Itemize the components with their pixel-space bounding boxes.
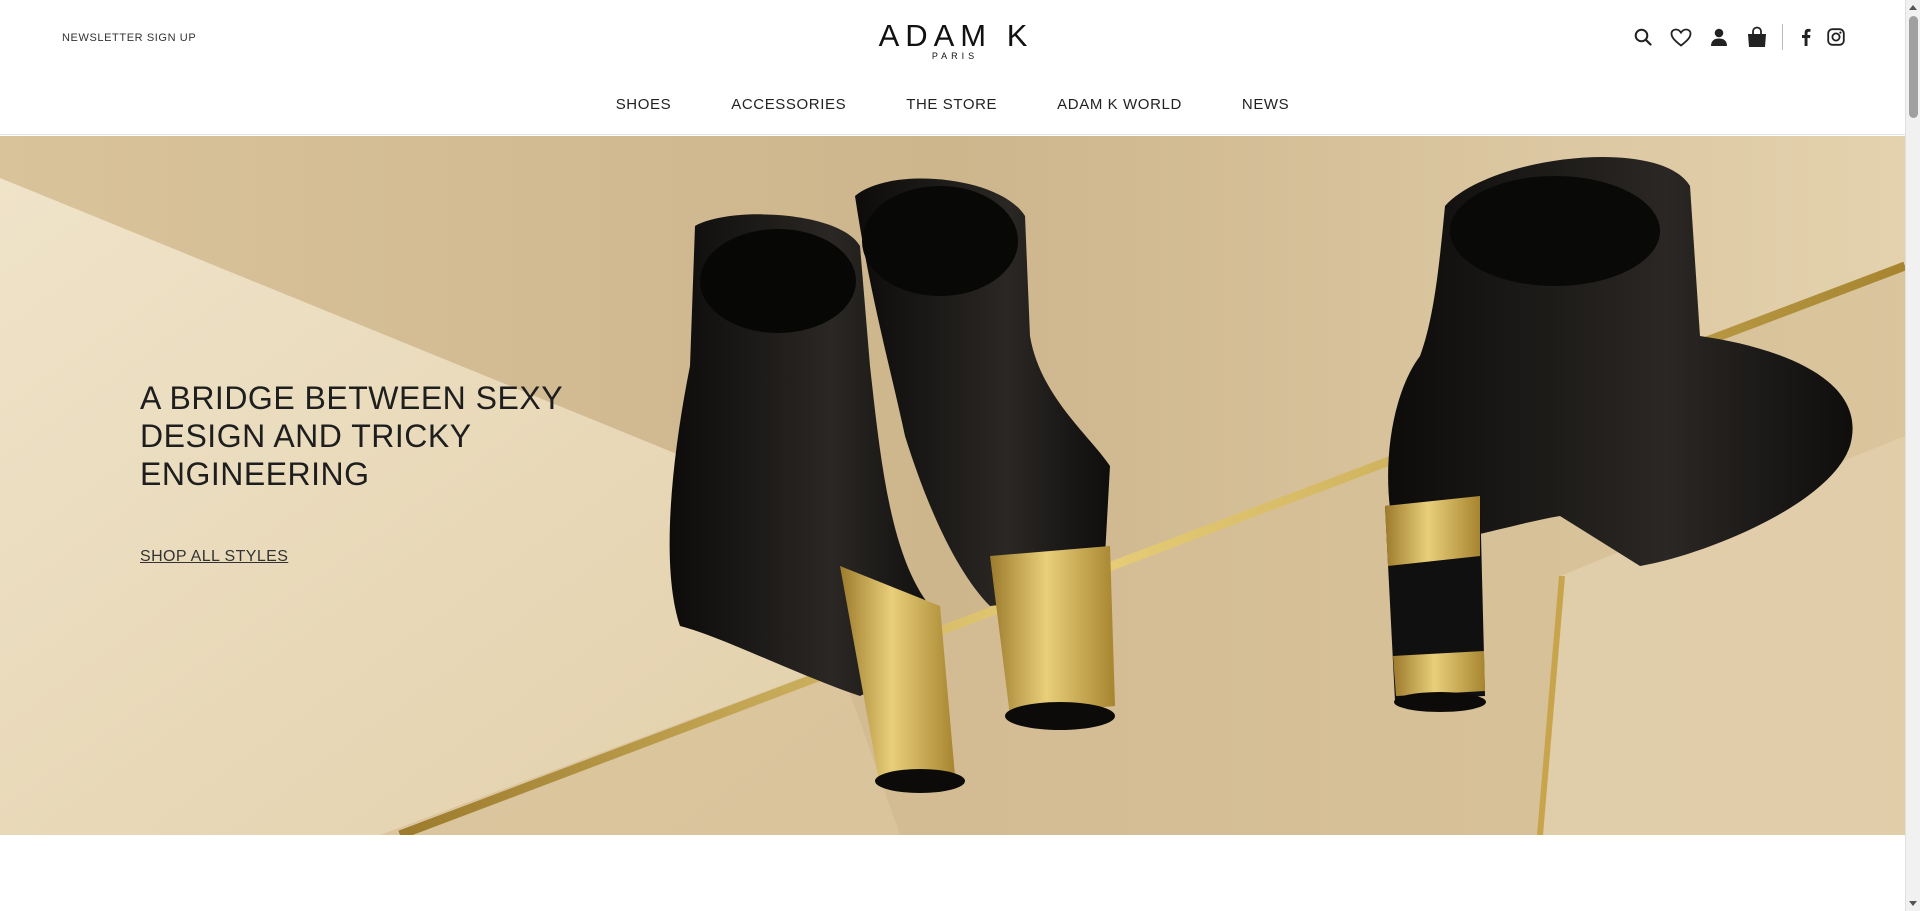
nav-item-shoes[interactable]: SHOES: [616, 96, 672, 113]
site-header: NEWSLETTER SIGN UP ADAM K PARIS SHOES AC…: [0, 0, 1905, 135]
hero-headline: A BRIDGE BETWEEN SEXY DESIGN AND TRICKY …: [140, 380, 563, 492]
page-scrollbar[interactable]: [1905, 0, 1920, 911]
hero-text-block: A BRIDGE BETWEEN SEXY DESIGN AND TRICKY …: [140, 379, 600, 566]
brand-logo[interactable]: ADAM K PARIS: [870, 18, 1036, 62]
shop-all-styles-link[interactable]: SHOP ALL STYLES: [140, 548, 288, 566]
search-icon[interactable]: [1630, 24, 1656, 50]
heart-icon[interactable]: [1668, 24, 1694, 50]
nav-item-news[interactable]: NEWS: [1242, 96, 1289, 113]
page: NEWSLETTER SIGN UP ADAM K PARIS SHOES AC…: [0, 0, 1905, 911]
user-icon[interactable]: [1706, 24, 1732, 50]
nav-item-accessories[interactable]: ACCESSORIES: [731, 96, 846, 113]
shopping-bag-icon[interactable]: [1744, 24, 1770, 50]
scroll-thumb[interactable]: [1909, 16, 1918, 118]
icon-divider: [1782, 24, 1783, 50]
scroll-down-arrow-icon[interactable]: [1909, 901, 1917, 906]
nav-item-the-store[interactable]: THE STORE: [906, 96, 997, 113]
header-icons: [1630, 24, 1849, 50]
logo-wordmark: ADAM K: [878, 18, 1034, 53]
nav-item-adam-k-world[interactable]: ADAM K WORLD: [1057, 96, 1182, 113]
scroll-up-arrow-icon[interactable]: [1909, 5, 1917, 10]
hero-banner: A BRIDGE BETWEEN SEXY DESIGN AND TRICKY …: [0, 136, 1905, 835]
newsletter-signup-link[interactable]: NEWSLETTER SIGN UP: [62, 32, 196, 44]
main-nav: SHOES ACCESSORIES THE STORE ADAM K WORLD…: [0, 96, 1905, 113]
facebook-icon[interactable]: [1793, 24, 1819, 50]
instagram-icon[interactable]: [1823, 24, 1849, 50]
